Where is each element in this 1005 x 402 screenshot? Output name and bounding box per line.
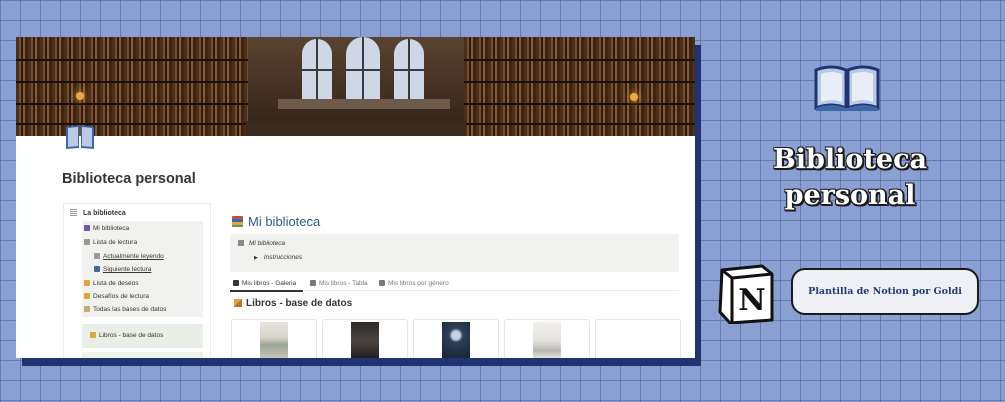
brand-title-line1: Biblioteca	[772, 144, 928, 175]
toggle-triangle-icon: ▶	[254, 255, 258, 261]
trophy-icon	[84, 293, 90, 299]
book-card[interactable]	[322, 319, 408, 358]
database-link-box-2	[82, 352, 203, 358]
books-icon	[232, 216, 243, 227]
callout-text: Mi biblioteca	[238, 240, 285, 247]
book-card[interactable]	[413, 319, 499, 358]
sidebar-item-todas-las-bases[interactable]: Todas las bases de datos	[84, 306, 166, 313]
sidebar-item-mi-biblioteca[interactable]: Mi biblioteca	[84, 225, 129, 232]
database-link[interactable]: Libros - base de datos	[90, 332, 163, 339]
open-book-icon	[66, 125, 94, 149]
view-tabs: Mis libros - Galeria Mis libros - Tabla …	[230, 278, 679, 292]
tab-tabla[interactable]: Mis libros - Tabla	[310, 280, 368, 287]
brand-title: Biblioteca personal	[740, 142, 960, 214]
tagline-pill: Plantilla de Notion por Goldi	[791, 268, 979, 315]
tab-galeria[interactable]: Mis libros - Galeria	[233, 280, 296, 287]
tab-por-genero[interactable]: Mis libros por género	[379, 280, 449, 287]
sidebar-item-desafios[interactable]: Desafíos de lectura	[84, 293, 149, 300]
open-book-icon	[94, 253, 100, 259]
table-icon	[310, 280, 316, 286]
book-cover	[442, 322, 470, 358]
star-icon	[84, 280, 90, 286]
brand-title-line2: personal	[784, 180, 916, 211]
instructions-toggle[interactable]: ▶ Instrucciones	[254, 254, 302, 261]
book-card[interactable]	[231, 319, 317, 358]
books-icon	[90, 332, 96, 338]
list-icon	[70, 209, 77, 216]
sidebar-item-lista-de-lectura[interactable]: Lista de lectura	[84, 239, 137, 246]
book-card[interactable]	[504, 319, 590, 358]
book-cover	[351, 322, 379, 358]
sidebar-item-actualmente-leyendo[interactable]: Actualmente leyendo	[94, 253, 164, 260]
sidebar-panel: La biblioteca Mi biblioteca Lista de lec…	[63, 203, 211, 358]
notion-window: Biblioteca personal La biblioteca Mi bib…	[16, 37, 695, 358]
book-card[interactable]	[595, 319, 681, 358]
main-title: Mi biblioteca	[232, 214, 320, 229]
books-icon	[238, 240, 244, 246]
books-icon	[84, 225, 90, 231]
active-tab-indicator	[230, 290, 303, 292]
tagline-text: Plantilla de Notion por Goldi	[808, 286, 962, 297]
sidebar-item-siguiente-lectura[interactable]: Siguiente lectura	[94, 266, 151, 273]
sidebar-item-lista-de-deseos[interactable]: Lista de deseos	[84, 280, 139, 287]
board-icon	[379, 280, 385, 286]
database-title: Libros - base de datos	[234, 298, 352, 309]
gallery-icon	[233, 280, 239, 286]
notion-letter: N	[738, 283, 765, 318]
library-cover-image	[16, 37, 695, 136]
archive-icon	[84, 306, 90, 312]
sidebar-header[interactable]: La biblioteca	[70, 209, 126, 217]
book-cover	[260, 322, 288, 358]
page-title: Biblioteca personal	[62, 171, 196, 187]
next-icon	[94, 266, 100, 272]
open-book-icon	[814, 65, 880, 111]
books-icon	[234, 299, 242, 307]
instructions-callout: Mi biblioteca ▶ Instrucciones	[230, 234, 679, 272]
checklist-icon	[84, 239, 90, 245]
notion-logo: N	[718, 264, 774, 324]
book-cover	[533, 322, 561, 358]
